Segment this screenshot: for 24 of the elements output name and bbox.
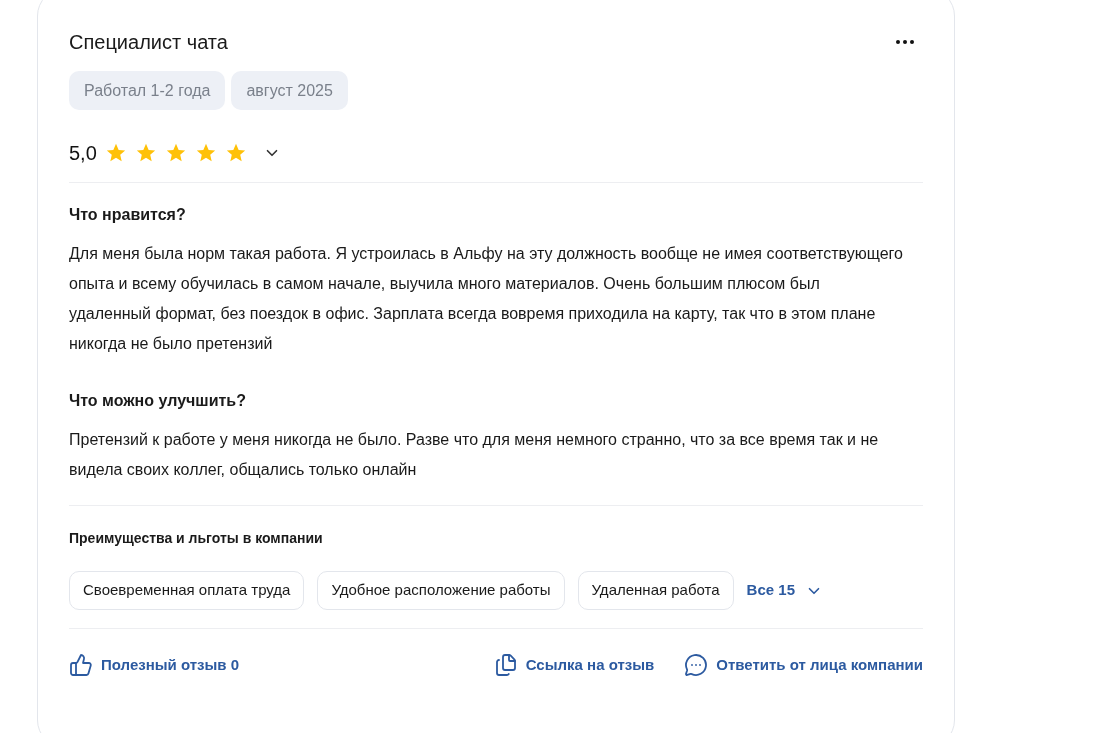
tag: Работал 1-2 года bbox=[69, 71, 226, 110]
review-text: Для меня была норм такая работа. Я устроилась в Альфу на эту должность вообще не имея соответствующего опыта и всему обучилась в самом начале, выучила много материалов. Очень большим плюсом был удаленный формат, без поездок в офис. Зарплата всегда вовремя приходила на карту, так что в этом плане никогда не было претензий bbox=[69, 244, 904, 354]
star-icon bbox=[164, 142, 187, 164]
reply-button[interactable]: Ответить от лица компании bbox=[684, 653, 923, 677]
benefit-chip: Удаленная работа bbox=[577, 571, 734, 610]
section-heading: Что нравится? bbox=[69, 205, 187, 225]
show-all-button[interactable]: Все 15 bbox=[746, 579, 823, 602]
star-icon bbox=[194, 142, 217, 164]
helpful-button[interactable]: Полезный отзыв 0 bbox=[69, 653, 240, 677]
review-title: Специалист чата bbox=[69, 30, 228, 55]
star-icon bbox=[224, 142, 247, 164]
benefit-chip: Удобное расположение работы bbox=[317, 571, 565, 610]
rating-value: 5,0 bbox=[69, 141, 97, 166]
benefits-heading: Преимущества и льготы в компании bbox=[69, 529, 324, 548]
review-link-button[interactable]: Ссылка на отзыв bbox=[493, 653, 655, 677]
benefit-chip: Своевременная оплата труда bbox=[69, 571, 305, 610]
star-icon bbox=[104, 142, 127, 164]
thumbs-up-icon bbox=[69, 653, 93, 677]
review-text: Претензий к работе у меня никогда не было. Разве что для меня немного странно, что за все время так и не видела своих коллег, общались только онлайн bbox=[69, 430, 880, 480]
star-icon bbox=[134, 142, 157, 164]
chat-bubble-icon bbox=[684, 653, 709, 677]
tag: август 2025 bbox=[231, 71, 348, 110]
section-heading: Что можно улучшить? bbox=[69, 391, 247, 411]
copy-icon bbox=[493, 653, 518, 677]
